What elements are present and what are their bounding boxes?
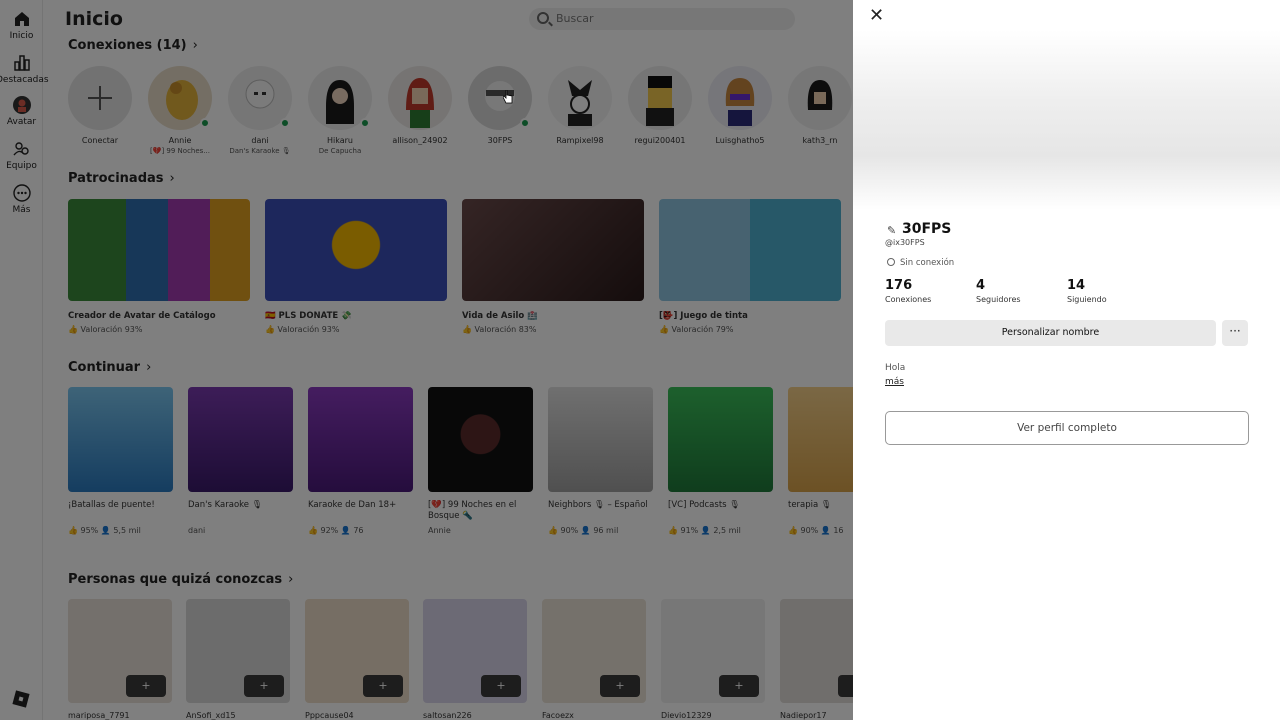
profile-panel: ✕ ✎ 30FPS @ix30FPS Sin conexión 176 Cone… <box>853 0 1280 720</box>
offline-status-icon <box>887 258 895 266</box>
close-icon[interactable]: ✕ <box>869 5 884 26</box>
stat-number: 176 <box>885 278 913 293</box>
pencil-icon[interactable]: ✎ <box>887 224 896 237</box>
profile-display-name: 30FPS <box>902 221 952 237</box>
customize-name-button[interactable]: Personalizar nombre <box>885 320 1216 346</box>
mouse-cursor-icon <box>503 90 513 104</box>
stat-followers[interactable]: 4 Seguidores <box>976 278 1021 304</box>
view-full-profile-button[interactable]: Ver perfil completo <box>885 411 1249 445</box>
profile-username: @ix30FPS <box>885 238 925 247</box>
bio-more-link[interactable]: más <box>885 377 904 387</box>
stat-number: 14 <box>1067 278 1086 293</box>
more-options-button[interactable]: ··· <box>1222 320 1248 346</box>
profile-status: Sin conexión <box>887 258 954 268</box>
stat-number: 4 <box>976 278 986 293</box>
modal-backdrop[interactable] <box>0 0 853 720</box>
profile-banner <box>853 30 1280 210</box>
stat-connections[interactable]: 176 Conexiones <box>885 278 931 304</box>
stat-following[interactable]: 14 Siguiendo <box>1067 278 1107 304</box>
stat-label: Conexiones <box>885 295 932 304</box>
stat-label: Siguiendo <box>1067 295 1107 304</box>
profile-bio: Hola <box>885 363 906 373</box>
status-text: Sin conexión <box>900 258 955 268</box>
stat-label: Seguidores <box>976 295 1021 304</box>
